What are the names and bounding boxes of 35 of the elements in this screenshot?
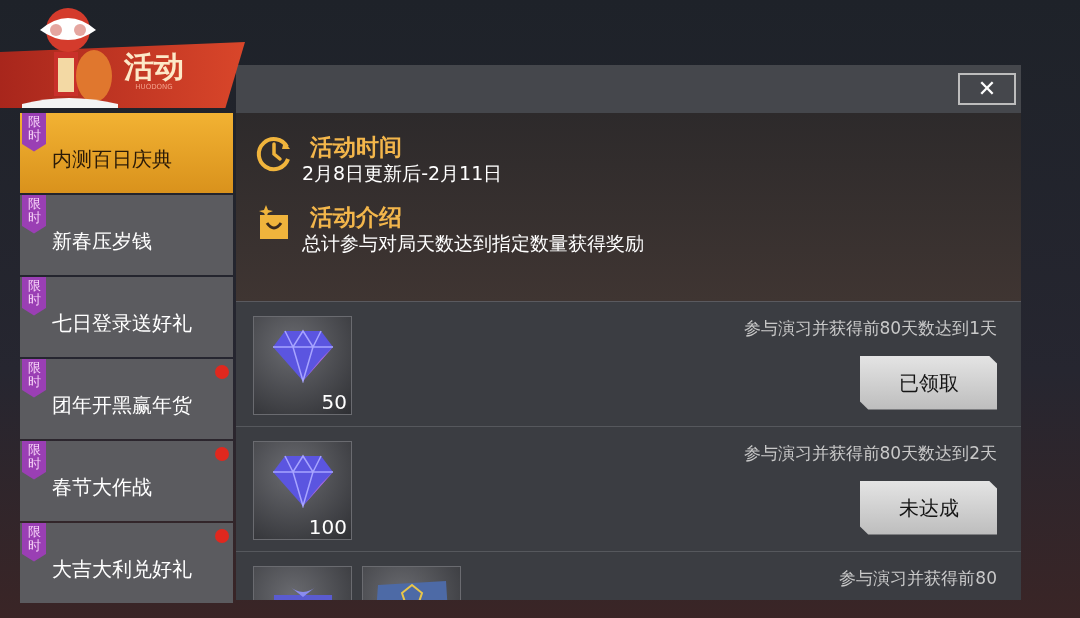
banner-title: 活动 bbox=[124, 52, 184, 82]
sidebar-tab-label: 大吉大利兑好礼 bbox=[52, 556, 192, 583]
reward-condition: 参与演习并获得前80 bbox=[839, 567, 997, 590]
info-title: 活动时间 bbox=[310, 133, 403, 161]
item-count: 100 bbox=[308, 517, 347, 537]
info-title: 活动介绍 bbox=[310, 203, 403, 231]
sidebar-tab-label: 春节大作战 bbox=[52, 474, 152, 501]
limited-badge-text: 限时 bbox=[27, 361, 41, 390]
diamond-icon bbox=[270, 329, 335, 383]
reward-condition: 参与演习并获得前80天数达到1天 bbox=[743, 317, 997, 340]
sidebar-tab-label: 新春压岁钱 bbox=[52, 228, 152, 255]
limited-badge-text: 限时 bbox=[27, 279, 41, 308]
info-text: 2月8日更新后-2月11日 bbox=[302, 161, 503, 185]
sidebar-tab[interactable]: 限时 大吉大利兑好礼 bbox=[20, 523, 233, 603]
limited-badge-text: 限时 bbox=[27, 525, 41, 554]
sidebar-tab[interactable]: 限时 七日登录送好礼 bbox=[20, 277, 233, 357]
sidebar-tab-label: 团年开黑赢年货 bbox=[52, 392, 192, 419]
reward-item[interactable]: 100 bbox=[253, 441, 352, 540]
sidebar-tab[interactable]: 限时 新春压岁钱 bbox=[20, 195, 233, 275]
close-button[interactable]: ✕ bbox=[958, 73, 1016, 105]
reward-condition: 参与演习并获得前80天数达到2天 bbox=[743, 442, 997, 465]
sidebar-tab[interactable]: 限时 春节大作战 bbox=[20, 441, 233, 521]
limited-badge-text: 限时 bbox=[27, 443, 41, 472]
diamond-icon bbox=[270, 454, 335, 508]
info-text: 总计参与对局天数达到指定数量获得奖励 bbox=[302, 231, 644, 255]
sidebar-tab[interactable]: 限时 内测百日庆典 bbox=[20, 113, 233, 193]
reward-status-button[interactable]: 未达成 bbox=[860, 480, 997, 535]
reward-item[interactable]: 50 bbox=[253, 316, 352, 415]
limited-badge-text: 限时 bbox=[27, 197, 41, 226]
sidebar-tab-label: 内测百日庆典 bbox=[52, 146, 172, 173]
sidebar-tab[interactable]: 限时 团年开黑赢年货 bbox=[20, 359, 233, 439]
sidebar-tab-label: 七日登录送好礼 bbox=[52, 310, 192, 337]
reward-status-button[interactable]: 已领取 bbox=[860, 355, 997, 410]
item-count: 50 bbox=[321, 392, 347, 412]
limited-badge-text: 限时 bbox=[27, 115, 41, 144]
